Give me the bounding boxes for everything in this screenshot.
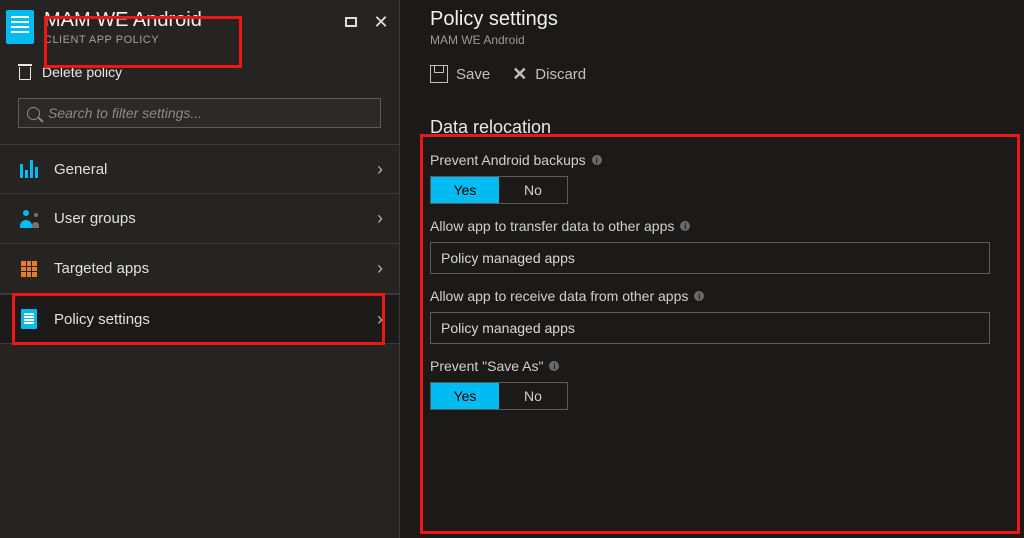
search-icon (27, 107, 40, 120)
info-icon[interactable]: i (694, 291, 704, 301)
blade-title: MAM WE Android (44, 8, 343, 32)
policy-doc-icon (18, 309, 40, 329)
action-bar: Save ✕ Discard (430, 65, 1024, 83)
discard-button[interactable]: ✕ Discard (512, 65, 586, 83)
nav-item-general[interactable]: General › (0, 144, 399, 194)
settings-body: Data relocation Prevent Android backups … (430, 117, 1024, 410)
info-icon[interactable]: i (592, 155, 602, 165)
nav-item-user-groups[interactable]: User groups › (0, 194, 399, 244)
setting-label-prevent-backups: Prevent Android backups i (430, 152, 1004, 168)
sliders-icon (18, 159, 40, 179)
chevron-right-icon: › (377, 258, 383, 279)
info-icon[interactable]: i (680, 221, 690, 231)
policy-doc-icon (6, 10, 34, 44)
toggle-yes[interactable]: Yes (431, 177, 499, 203)
toggle-no[interactable]: No (499, 383, 567, 409)
page-subtitle: MAM WE Android (430, 33, 1024, 47)
discard-label: Discard (535, 66, 586, 83)
maximize-button[interactable] (343, 14, 359, 30)
apps-grid-icon (18, 259, 40, 279)
trash-icon (18, 64, 32, 80)
page-title: Policy settings (430, 8, 1024, 31)
left-panel: MAM WE Android CLIENT APP POLICY ✕ Delet… (0, 0, 400, 538)
nav-item-policy-settings[interactable]: Policy settings › (0, 294, 399, 344)
nav-label: General (54, 161, 363, 178)
delete-policy-button[interactable]: Delete policy (0, 50, 399, 96)
search-input[interactable] (48, 105, 372, 121)
delete-label: Delete policy (42, 64, 122, 80)
right-panel: Policy settings MAM WE Android Save ✕ Di… (400, 0, 1024, 538)
toggle-prevent-backups[interactable]: Yes No (430, 176, 568, 204)
blade-header: MAM WE Android CLIENT APP POLICY ✕ (0, 0, 399, 50)
setting-label-receive-data: Allow app to receive data from other app… (430, 288, 1004, 304)
section-title: Data relocation (430, 117, 1004, 138)
chevron-right-icon: › (377, 208, 383, 229)
toggle-prevent-save-as[interactable]: Yes No (430, 382, 568, 410)
users-icon (18, 209, 40, 229)
blade-subtitle: CLIENT APP POLICY (44, 34, 343, 46)
close-button[interactable]: ✕ (373, 14, 389, 30)
select-value: Policy managed apps (441, 320, 575, 336)
nav-label: Policy settings (54, 311, 363, 328)
nav-list: General › User groups › Targeted apps › … (0, 144, 399, 344)
save-button[interactable]: Save (430, 65, 490, 83)
select-value: Policy managed apps (441, 250, 575, 266)
save-label: Save (456, 66, 490, 83)
save-icon (430, 65, 448, 83)
nav-item-targeted-apps[interactable]: Targeted apps › (0, 244, 399, 294)
select-receive-data[interactable]: Policy managed apps (430, 312, 990, 344)
select-transfer-data[interactable]: Policy managed apps (430, 242, 990, 274)
info-icon[interactable]: i (549, 361, 559, 371)
search-box[interactable] (18, 98, 381, 128)
nav-label: Targeted apps (54, 260, 363, 277)
setting-label-prevent-save-as: Prevent "Save As" i (430, 358, 1004, 374)
setting-label-transfer-data: Allow app to transfer data to other apps… (430, 218, 1004, 234)
close-icon: ✕ (512, 65, 527, 83)
toggle-no[interactable]: No (499, 177, 567, 203)
chevron-right-icon: › (377, 309, 383, 330)
nav-label: User groups (54, 210, 363, 227)
toggle-yes[interactable]: Yes (431, 383, 499, 409)
chevron-right-icon: › (377, 159, 383, 180)
